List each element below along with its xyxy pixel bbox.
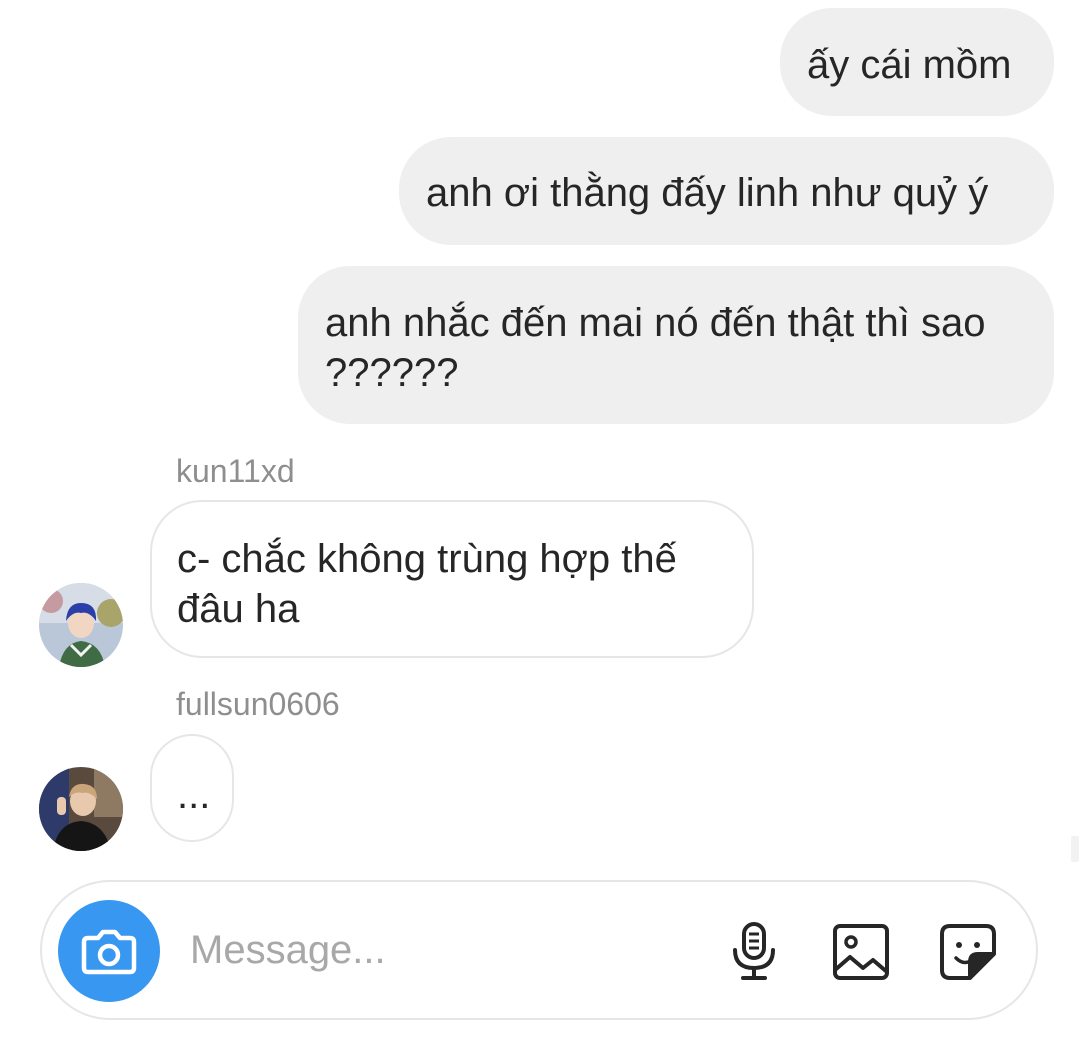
- microphone-button[interactable]: [722, 920, 786, 984]
- user-avatar[interactable]: [39, 583, 123, 667]
- image-icon: [833, 924, 889, 980]
- incoming-message[interactable]: c- chắc không trùng hợp thế đâu ha: [150, 500, 754, 658]
- outgoing-message[interactable]: anh ơi thằng đấy linh như quỷ ý: [399, 137, 1054, 245]
- user-avatar-photo: [39, 767, 123, 851]
- sender-name: kun11xd: [176, 453, 295, 489]
- sticker-icon: [940, 924, 996, 980]
- message-text: c- chắc không trùng hợp thế đâu ha: [177, 537, 677, 631]
- outgoing-message[interactable]: ấy cái mồm: [780, 8, 1054, 116]
- camera-icon: [81, 929, 137, 975]
- gallery-button[interactable]: [830, 920, 894, 984]
- user-avatar[interactable]: [39, 767, 123, 851]
- message-text: anh nhắc đến mai nó đến thật thì sao ???…: [325, 301, 986, 395]
- sender-name: fullsun0606: [176, 686, 340, 722]
- incoming-message[interactable]: ...: [150, 734, 234, 842]
- sticker-button[interactable]: [936, 920, 1000, 984]
- microphone-icon: [733, 922, 775, 980]
- message-composer: [40, 880, 1038, 1020]
- message-text: ...: [177, 773, 211, 817]
- message-text: anh ơi thằng đấy linh như quỷ ý: [426, 171, 989, 215]
- message-text: ấy cái mồm: [807, 43, 1012, 87]
- camera-button[interactable]: [58, 900, 160, 1002]
- outgoing-message[interactable]: anh nhắc đến mai nó đến thật thì sao ???…: [298, 266, 1054, 424]
- scroll-indicator: [1071, 836, 1079, 862]
- user-avatar-photo: [39, 583, 123, 667]
- message-input[interactable]: [190, 922, 690, 978]
